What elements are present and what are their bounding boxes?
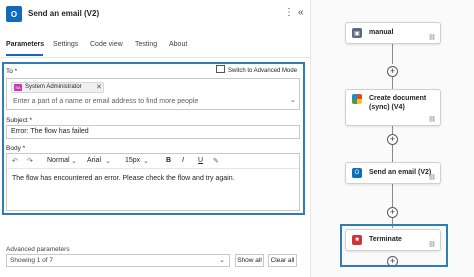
style-chevron-icon[interactable]: ⌄	[71, 157, 77, 165]
connector-line	[392, 184, 393, 208]
switch-mode-label: Switch to Advanced Mode	[228, 68, 298, 74]
flow-node-manual[interactable]: ▣ manual ⛓	[345, 22, 441, 44]
link-icon: ⛓	[428, 175, 436, 181]
connector-line	[392, 144, 393, 162]
subject-label: Subject *	[6, 117, 33, 124]
undo-icon[interactable]: ↶	[12, 157, 18, 165]
node-label: manual	[369, 29, 394, 36]
connector-line	[392, 77, 393, 89]
to-label: To *	[6, 68, 18, 75]
body-editor[interactable]: ↶ ↷ Normal ⌄ Arial ⌄ 15px ⌄ B I U ✎ The …	[6, 153, 300, 211]
tab-code-view[interactable]: Code view	[90, 41, 123, 48]
tab-settings[interactable]: Settings	[53, 41, 78, 48]
add-step-button[interactable]: +	[387, 66, 398, 77]
show-all-button[interactable]: Show all	[235, 254, 264, 267]
node-label: Create document (sync) (V4)	[369, 95, 427, 111]
collapse-pane-icon[interactable]: «	[298, 7, 304, 18]
add-step-button[interactable]: +	[387, 207, 398, 218]
tab-about[interactable]: About	[169, 41, 187, 48]
add-step-button[interactable]: +	[387, 134, 398, 145]
tab-testing[interactable]: Testing	[135, 41, 157, 48]
subject-value: Error: The flow has failed	[11, 128, 89, 135]
body-label: Body *	[6, 145, 26, 152]
more-options-icon[interactable]: ⋮	[284, 7, 294, 18]
pane-header: O Send an email (V2) ⋮ «	[6, 6, 306, 22]
subject-field[interactable]: Error: The flow has failed	[6, 125, 300, 139]
recipient-chip[interactable]: SA System Administrator ✕	[11, 82, 104, 93]
remove-recipient-icon[interactable]: ✕	[96, 83, 102, 91]
flow-node-send-email[interactable]: O Send an email (V2) ⛓	[345, 162, 441, 184]
active-tab-indicator	[6, 54, 43, 56]
size-chevron-icon[interactable]: ⌄	[143, 157, 149, 165]
advanced-parameters-label: Advanced parameters	[6, 246, 70, 253]
to-search-input[interactable]: Enter a part of a name or email address …	[13, 98, 198, 105]
paragraph-style-select[interactable]: Normal	[47, 157, 70, 164]
manual-trigger-icon: ▣	[352, 28, 362, 38]
outlook-icon: O	[352, 168, 362, 178]
link-icon: ⛓	[428, 117, 436, 123]
node-label: Send an email (V2)	[369, 169, 432, 176]
selected-step-highlight	[340, 224, 448, 267]
font-chevron-icon[interactable]: ⌄	[105, 157, 111, 165]
pen-icon[interactable]: ✎	[213, 157, 219, 165]
connector-line	[392, 44, 393, 64]
to-field[interactable]: SA System Administrator ✕ Enter a part o…	[6, 78, 300, 110]
redo-icon[interactable]: ↷	[27, 157, 33, 165]
avatar: SA	[14, 84, 22, 91]
rich-text-toolbar: ↶ ↷ Normal ⌄ Arial ⌄ 15px ⌄ B I U ✎	[7, 154, 299, 169]
font-family-select[interactable]: Arial	[87, 157, 101, 164]
chevron-down-icon[interactable]: ⌄	[219, 256, 225, 264]
underline-icon[interactable]: U	[198, 157, 203, 164]
create-document-icon	[352, 94, 362, 104]
advanced-parameters-select[interactable]: Showing 1 of 7 ⌄	[6, 254, 230, 267]
switch-mode-icon	[216, 65, 225, 73]
body-text: The flow has encountered an error. Pleas…	[12, 175, 235, 182]
recipient-name: System Administrator	[25, 84, 82, 90]
link-icon: ⛓	[428, 35, 436, 41]
action-settings-pane: O Send an email (V2) ⋮ « Parameters Sett…	[0, 0, 310, 277]
outlook-icon: O	[6, 6, 22, 22]
italic-icon[interactable]: I	[182, 157, 184, 164]
tabs-divider	[0, 57, 310, 58]
clear-all-button[interactable]: Clear all	[268, 254, 297, 267]
tab-parameters[interactable]: Parameters	[6, 41, 44, 48]
font-size-select[interactable]: 15px	[125, 157, 140, 164]
flow-node-create-document[interactable]: Create document (sync) (V4) ⛓	[345, 89, 441, 126]
bold-icon[interactable]: B	[166, 157, 171, 164]
switch-advanced-mode-button[interactable]: Switch to Advanced Mode	[216, 65, 297, 74]
advanced-selected-value: Showing 1 of 7	[10, 257, 54, 264]
chevron-down-icon[interactable]: ⌄	[290, 96, 296, 104]
pane-title: Send an email (V2)	[28, 9, 100, 18]
